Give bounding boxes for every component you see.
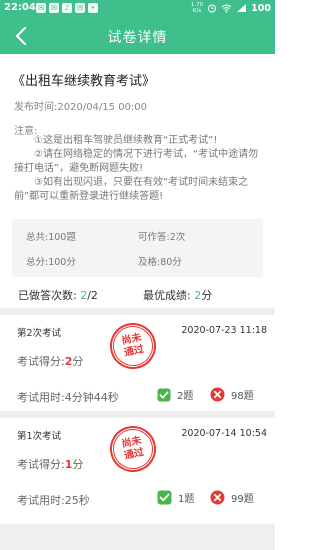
record-name: 第2次考试 [17,328,62,339]
notice-line: ①这是出租车驾驶员继续教育“正式考试”! [34,135,218,146]
exam-stats-box: 总共:100题 可作答:2次 总分:100分 及格:80分 [12,219,263,277]
wrong-count-value: 99题 [231,494,254,505]
record-date: 2020-07-23 11:18 [181,325,267,336]
correct-count-value: 2题 [177,391,194,402]
correct-count: 2题 [157,387,193,402]
record-score: 考试得分:2分 [17,353,83,369]
divider [0,411,275,418]
notification-icon: ♪ [62,3,72,13]
total-questions: 总共:100题 [26,232,76,243]
score-unit: 分 [72,458,84,471]
battery-level: 100 [251,2,271,14]
publish-label: 发布时间: [14,102,58,113]
correct-count-value: 1题 [178,494,195,505]
best-score-label: 最优成绩: [143,289,191,302]
attempts-done: 已做答次数: 2/2 [18,287,98,303]
cross-icon [210,387,225,402]
record-name: 第1次考试 [17,431,62,442]
exam-title: 《出租车继续教育考试》 [12,74,156,89]
attempts-done-label: 已做答次数: [18,289,77,302]
status-right: 1.70 K/s 100 [191,2,271,14]
exam-record-card[interactable]: 第2次考试 2020-07-23 11:18 尚未 通过 考试得分:2分 考试用… [0,315,275,421]
check-icon [157,387,171,402]
notification-icon: ✉ [49,3,59,13]
notice-line: ②请在网络稳定的情况下进行考试，“考试中途请勿接打电话”，避免断网题失败! [14,149,259,174]
pass-score: 及格:80分 [138,257,182,268]
record-score: 考试得分:1分 [17,456,83,472]
correct-count: 1题 [157,490,194,505]
attempts-done-total: /2 [87,289,98,302]
record-time-used: 考试用时:25秒 [17,494,90,507]
notification-icon: ✉ [75,3,85,13]
notice-body: ①这是出租车驾驶员继续教育“正式考试”! ②请在网络稳定的情况下进行考试，“考试… [14,134,264,204]
status-bar: 22:04 ✉ ✉ ♪ ✉ • 1.70 K/s 100 [0,0,275,18]
notification-icons: ✉ ✉ ♪ ✉ • [36,3,98,13]
notification-icon: ✉ [36,3,46,13]
publish-time: 发布时间:2020/04/15 00:00 [14,98,147,113]
cross-icon [210,490,225,505]
app-bar: 试卷详情 [0,18,275,54]
total-score: 总分:100分 [26,257,76,268]
wrong-count: 99题 [210,490,254,505]
status-time: 22:04 [4,2,36,13]
wifi-icon [221,4,232,13]
record-date: 2020-07-14 10:54 [181,428,267,439]
wrong-count-value: 98题 [231,391,254,402]
notification-icon: • [88,3,98,13]
check-icon [157,490,172,505]
best-score: 最优成绩: 2分 [143,287,212,303]
exam-record-card[interactable]: 第1次考试 2020-07-14 10:54 尚未 通过 考试得分:1分 考试用… [0,418,275,524]
score-label: 考试得分: [17,355,65,368]
signal-icon [237,4,247,12]
notice-line: ③如有出现闪退，只要在有效“考试时间未结束之前”都可以重新登录进行继续答题! [14,177,249,202]
network-speed-unit: K/s [192,8,202,14]
divider [0,308,275,315]
score-label: 考试得分: [17,458,65,471]
publish-value: 2020/04/15 00:00 [57,102,148,113]
bottom-divider [0,524,275,550]
attempts-allowed: 可作答:2次 [138,232,186,243]
not-passed-stamp: 尚未 通过 [105,318,161,374]
best-score-unit: 分 [201,289,213,302]
score-unit: 分 [72,355,84,368]
wrong-count: 98题 [210,387,254,402]
network-speed: 1.70 K/s [191,2,203,14]
alarm-icon [208,4,217,13]
not-passed-stamp: 尚未 通过 [105,421,161,477]
page-title: 试卷详情 [107,30,168,46]
record-time-used: 考试用时:4分钟44秒 [17,391,119,404]
